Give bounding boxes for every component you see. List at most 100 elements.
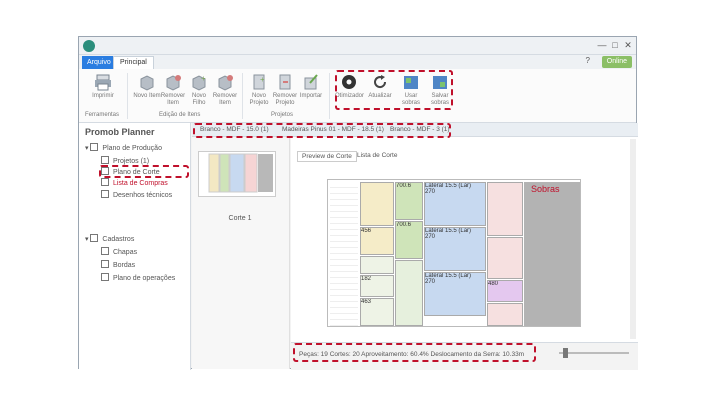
collapse-arrow-icon[interactable]: ▾: [85, 236, 89, 243]
new-item-label: Novo Item: [133, 93, 161, 99]
part[interactable]: [487, 237, 523, 279]
remove-item-button[interactable]: Remover Item: [159, 73, 187, 107]
cut-thumbnails-panel: Corte 1: [192, 137, 290, 369]
navigation-panel: Promob Planner ▾ Plano de Produção Proje…: [79, 123, 191, 370]
part[interactable]: 456: [360, 227, 394, 255]
tree-item-projects[interactable]: Projetos (1): [101, 156, 149, 165]
edges-icon: [101, 260, 109, 268]
tree-item-shopping-list[interactable]: Lista de Compras: [101, 178, 168, 187]
tree-item-label: Plano de Produção: [102, 145, 162, 152]
part[interactable]: 700.6: [395, 182, 423, 220]
title-bar: — □ ✕: [79, 37, 636, 55]
leftover-area: [524, 182, 580, 326]
new-child-label: Novo Filho: [191, 93, 206, 106]
remove-item-icon: [218, 75, 233, 91]
new-project-button[interactable]: + Novo Projeto: [245, 73, 273, 107]
new-project-icon: +: [253, 74, 265, 90]
remove-project-icon: [279, 74, 291, 90]
import-button[interactable]: Importar: [297, 73, 325, 100]
shopping-list-icon: [101, 178, 109, 186]
tree-item-registrations[interactable]: ▾ Cadastros: [85, 234, 134, 243]
highlight-cutting-plan: [99, 165, 189, 178]
tab-main[interactable]: Principal: [113, 56, 154, 69]
part[interactable]: [395, 260, 423, 326]
highlight-optimizer-group: [335, 70, 453, 110]
new-child-button[interactable]: + Novo Filho: [185, 73, 213, 107]
tree-item-sheets[interactable]: Chapas: [101, 247, 137, 256]
user-status-button[interactable]: Online: [601, 56, 632, 68]
import-label: Importar: [299, 93, 323, 99]
part[interactable]: [487, 182, 523, 236]
vertical-scrollbar[interactable]: [630, 139, 636, 339]
tree-item-technical-drawings[interactable]: Desenhos técnicos: [101, 190, 172, 199]
highlight-sheet-tabs: [193, 123, 451, 138]
collapse-arrow-icon[interactable]: ▾: [85, 145, 89, 152]
remove-item-label: Remover Item: [160, 93, 186, 106]
tree-item-label: Bordas: [112, 262, 136, 269]
part[interactable]: 700.6: [395, 221, 423, 259]
part-label: 456: [361, 228, 372, 234]
remove-item-icon: [166, 75, 181, 91]
plan-legend: [330, 182, 358, 326]
part[interactable]: 182: [360, 275, 394, 297]
tree-item-label: Cadastros: [102, 236, 135, 243]
part[interactable]: Lateral 15.5 (Lar) 270: [424, 182, 486, 226]
tree-item-label: Lista de Compras: [112, 180, 168, 187]
tree-item-edges[interactable]: Bordas: [101, 260, 135, 269]
tree-item-label: Projetos (1): [112, 158, 150, 165]
cut-thumbnail[interactable]: [198, 151, 276, 197]
part[interactable]: [360, 182, 394, 226]
drawing-icon: [101, 190, 109, 198]
maximize-button[interactable]: □: [609, 39, 621, 51]
new-item-icon: [140, 75, 154, 91]
close-button[interactable]: ✕: [622, 39, 634, 51]
zoom-slider-handle[interactable]: [563, 348, 568, 358]
part-label: 480: [488, 281, 499, 287]
group-separator: [127, 73, 128, 119]
tree-item-operations-plan[interactable]: Plano de operações: [101, 273, 175, 282]
part[interactable]: [487, 303, 523, 326]
application-window: — □ ✕ Arquivo Principal ? Online Imprimi…: [78, 36, 638, 370]
minimize-button[interactable]: —: [596, 39, 608, 51]
svg-text:+: +: [201, 74, 206, 83]
group-label-projects: Projetos: [271, 112, 294, 118]
printer-icon: [95, 74, 111, 91]
part[interactable]: Lateral 15.5 (Lar) 270: [424, 227, 486, 271]
print-button[interactable]: Imprimir: [89, 73, 117, 100]
part-label: 270: [425, 189, 436, 195]
tab-cutting-preview[interactable]: Preview de Corte: [297, 151, 357, 162]
part-label: 270: [425, 279, 436, 285]
group-separator: [329, 73, 330, 119]
operations-icon: [101, 273, 109, 281]
remove-child-label: Remover Item: [212, 93, 238, 106]
zoom-slider[interactable]: [559, 352, 629, 354]
group-separator: [242, 73, 243, 119]
part[interactable]: 480: [487, 280, 523, 302]
tab-cutting-list[interactable]: Lista de Corte: [353, 151, 401, 160]
app-logo-icon: [83, 40, 95, 52]
thumbnail-caption: Corte 1: [228, 215, 252, 222]
remove-child-button[interactable]: Remover Item: [211, 73, 239, 107]
tree-item-label: Chapas: [112, 249, 138, 256]
part[interactable]: 463: [360, 298, 394, 326]
new-item-button[interactable]: Novo Item: [133, 73, 161, 100]
import-icon: [304, 74, 318, 90]
part[interactable]: [360, 256, 394, 274]
tree-item-production-plan[interactable]: ▾ Plano de Produção: [85, 143, 162, 152]
cutting-preview-panel: Preview de Corte Lista de Corte 456 182 …: [291, 137, 638, 342]
part-label: 700.6: [396, 183, 412, 189]
group-label-item-editing: Edição de Itens: [159, 112, 201, 118]
part[interactable]: Lateral 15.5 (Lar) 270: [424, 272, 486, 316]
production-plan-icon: [90, 143, 99, 151]
print-label: Imprimir: [92, 93, 114, 99]
part-label: 182: [361, 276, 372, 282]
leftovers-label: Sobras: [531, 184, 560, 194]
new-child-icon: +: [192, 74, 206, 91]
help-icon[interactable]: ?: [586, 56, 590, 65]
cutting-plan: 456 182 463 700.6 700.6 Lateral 15.5 (La…: [327, 179, 581, 327]
new-project-label: Novo Projeto: [249, 93, 269, 106]
panel-title: Promob Planner: [85, 127, 155, 137]
folder-icon: [101, 156, 109, 164]
tab-file[interactable]: Arquivo: [82, 56, 116, 69]
remove-project-button[interactable]: Remover Projeto: [271, 73, 299, 107]
